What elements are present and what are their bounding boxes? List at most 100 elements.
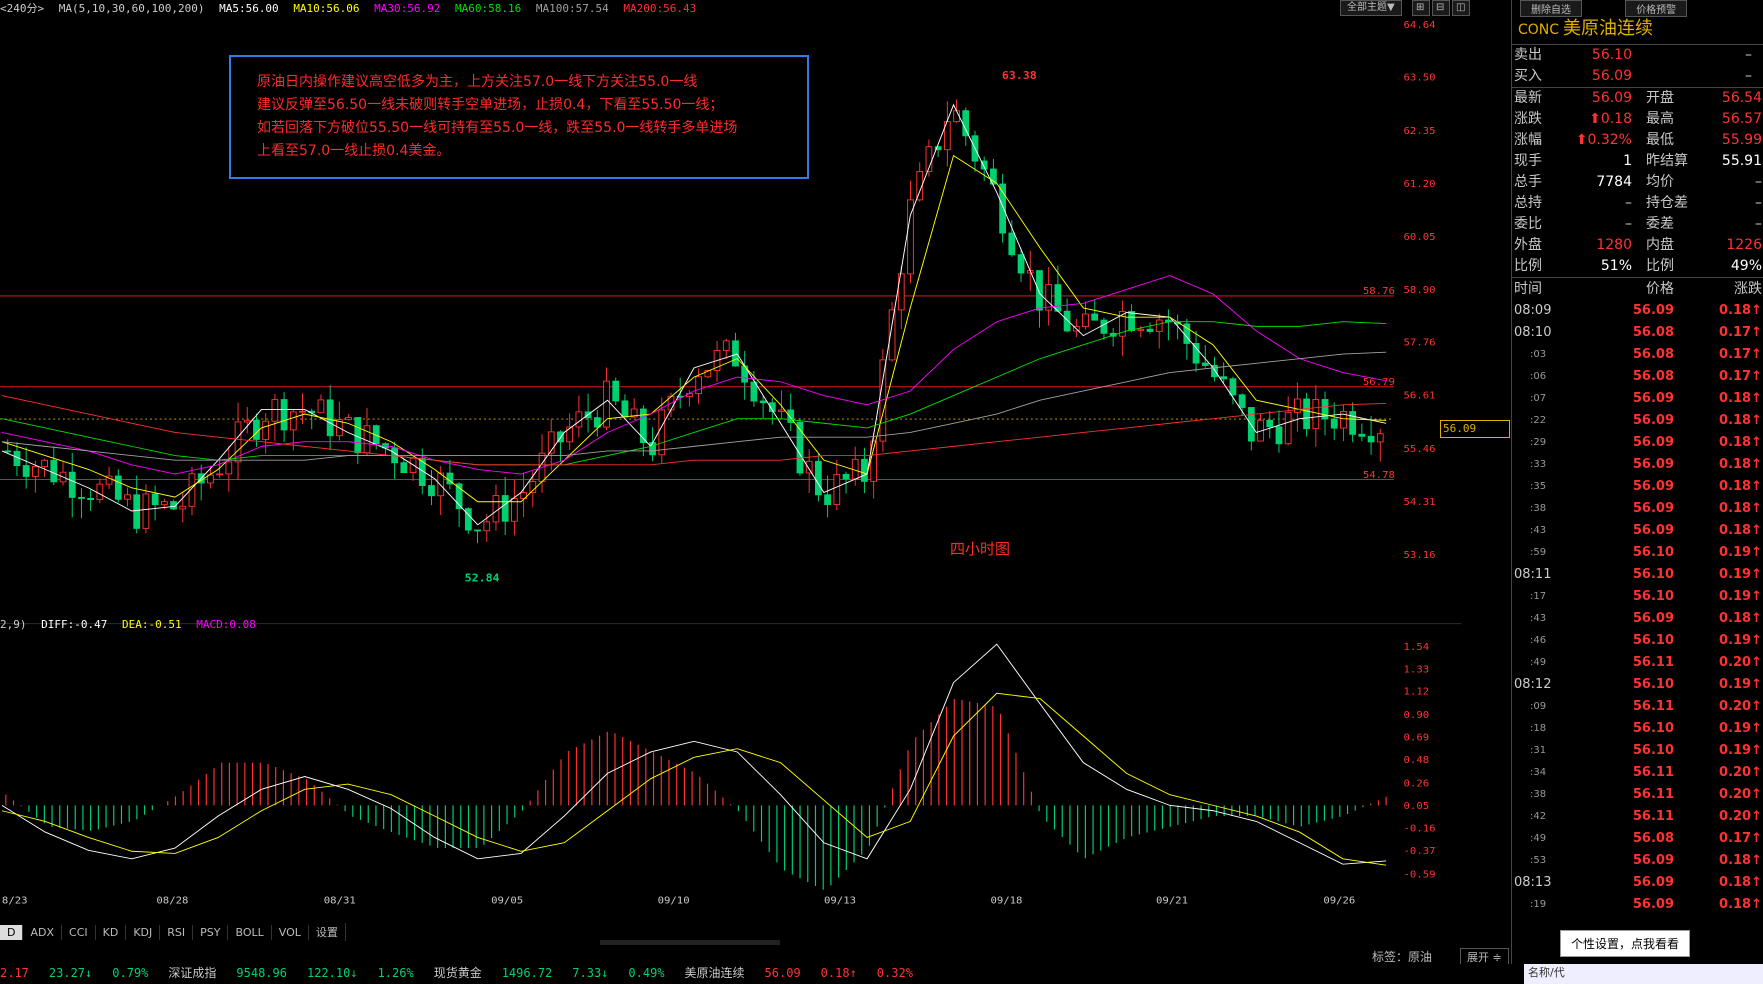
tick-row: 08:12 56.10 0.19↑ bbox=[1512, 674, 1763, 696]
tick-row: :31 56.10 0.19↑ bbox=[1512, 740, 1763, 762]
ticker-item: 2.17 bbox=[0, 966, 29, 980]
ime-toolbar[interactable]: 名称/代 bbox=[1524, 964, 1763, 984]
candle-body bbox=[686, 393, 693, 398]
tick-cell: 56.11 bbox=[1632, 787, 1674, 802]
theme-select-button[interactable]: 全部主题▼ bbox=[1340, 0, 1402, 16]
tick-cell: 0.18↑ bbox=[1719, 479, 1762, 494]
window-icon[interactable]: ◫ bbox=[1452, 0, 1470, 16]
tick-cell: 08:10 bbox=[1514, 325, 1552, 340]
quote-cell: 比例 bbox=[1646, 258, 1674, 274]
ma100-label: MA100:57.54 bbox=[535, 2, 609, 15]
ime-name-label: 名称/代 bbox=[1528, 966, 1565, 979]
tab-d[interactable]: D bbox=[0, 925, 24, 940]
candle-body bbox=[778, 409, 785, 412]
candle-body bbox=[464, 508, 472, 531]
tab-cci[interactable]: CCI bbox=[62, 925, 96, 940]
candle-body bbox=[262, 420, 270, 440]
tick-cell: 56.11 bbox=[1632, 699, 1674, 714]
candle-body bbox=[1294, 398, 1301, 413]
tick-header: 时间 价格 涨跌 bbox=[1512, 277, 1763, 300]
candle-body bbox=[1054, 284, 1062, 312]
tick-cell: 0.20↑ bbox=[1719, 809, 1762, 824]
tick-row: :49 56.08 0.17↑ bbox=[1512, 828, 1763, 850]
price-tick-label: 54.31 bbox=[1404, 496, 1436, 508]
ma5-label: MA5:56.00 bbox=[219, 2, 279, 15]
quote-cell: 比例 bbox=[1514, 258, 1542, 274]
tick-cell: 0.20↑ bbox=[1719, 787, 1762, 802]
tab-boll[interactable]: BOLL bbox=[228, 925, 272, 940]
quote-row: 涨幅 ⬆0.32% 最低 55.99 bbox=[1512, 130, 1763, 151]
instrument-code: CONC bbox=[1518, 22, 1560, 38]
tick-cell: :06 bbox=[1530, 371, 1547, 382]
tick-cell: 0.18↑ bbox=[1719, 303, 1762, 318]
zoom-out-icon[interactable]: ⊟ bbox=[1432, 0, 1450, 16]
candle-body bbox=[151, 493, 159, 506]
price-tick-label: 61.20 bbox=[1404, 178, 1436, 190]
price-tick-label: 53.16 bbox=[1404, 549, 1436, 561]
tick-cell: :17 bbox=[1530, 591, 1547, 602]
quote-cell: 总持 bbox=[1514, 195, 1542, 211]
note-line-4: 上看至57.0一线止损0.4美金。 bbox=[257, 143, 451, 159]
tab-settings[interactable]: 设置 bbox=[309, 923, 346, 941]
date-label: 08/31 bbox=[324, 895, 356, 907]
tick-cell: :42 bbox=[1530, 811, 1547, 822]
candle-body bbox=[1091, 313, 1099, 321]
date-label: 09/13 bbox=[824, 895, 856, 907]
settings-tooltip[interactable]: 个性设置，点我看看 bbox=[1560, 930, 1691, 957]
chart-scrollbar[interactable] bbox=[600, 940, 780, 945]
tick-cell: 56.09 bbox=[1632, 853, 1674, 868]
tab-vol[interactable]: VOL bbox=[272, 925, 309, 940]
tick-row: :33 56.09 0.18↑ bbox=[1512, 454, 1763, 476]
tick-cell: 56.10 bbox=[1632, 633, 1674, 648]
tab-rsi[interactable]: RSI bbox=[160, 925, 194, 940]
tag-label: 标签：原油 bbox=[1372, 950, 1433, 964]
candle-body bbox=[621, 400, 629, 418]
price-tick-label: 58.90 bbox=[1404, 284, 1436, 296]
quote-row: 总持 – 持仓差 – bbox=[1512, 193, 1763, 214]
ma-params: MA(5,10,30,60,100,200) bbox=[58, 2, 205, 15]
zoom-in-icon[interactable]: ⊞ bbox=[1412, 0, 1430, 16]
tab-adx[interactable]: ADX bbox=[23, 925, 63, 940]
quote-cell: 56.57 bbox=[1721, 111, 1762, 127]
tick-header-price: 价格 bbox=[1646, 281, 1674, 297]
current-price-tag: 56.09 bbox=[1440, 420, 1510, 438]
candle-body bbox=[962, 110, 970, 137]
tick-cell: 0.19↑ bbox=[1719, 677, 1762, 692]
macd-params: 2,9) bbox=[0, 618, 27, 631]
quote-cell: ⬆0.18 bbox=[1589, 111, 1632, 127]
quote-cell: 涨跌 bbox=[1514, 111, 1542, 127]
quote-row: 总手 7784 均价 – bbox=[1512, 172, 1763, 193]
tick-row: :07 56.09 0.18↑ bbox=[1512, 388, 1763, 410]
price-level-label: 58.76 bbox=[1363, 285, 1395, 297]
tick-cell: 56.09 bbox=[1632, 435, 1674, 450]
tab-kd[interactable]: KD bbox=[96, 925, 127, 940]
candle-body bbox=[575, 411, 583, 428]
tick-cell: 0.18↑ bbox=[1719, 853, 1762, 868]
tick-list[interactable]: 08:09 56.09 0.18↑ 08:10 56.08 0.17↑:03 56.08 0.… bbox=[1512, 300, 1763, 916]
tab-kdj[interactable]: KDJ bbox=[126, 925, 161, 940]
candle-body bbox=[1137, 328, 1145, 331]
ma200-label: MA200:56.43 bbox=[623, 2, 697, 15]
candle-body bbox=[1008, 232, 1016, 256]
tick-cell: 0.20↑ bbox=[1719, 699, 1762, 714]
macd-label: MACD:0.08 bbox=[196, 618, 256, 631]
candle-body bbox=[833, 473, 841, 505]
tick-cell: 08:11 bbox=[1514, 567, 1552, 582]
date-axis: 8/23 08/28 08/31 09/05 09/10 09/13 09/18 09/21 0… bbox=[2, 895, 1355, 907]
quote-cell: – bbox=[1755, 174, 1762, 190]
quote-cell: 51% bbox=[1600, 258, 1632, 274]
ticker-item: 深证成指 bbox=[168, 966, 217, 980]
tick-row: :59 56.10 0.19↑ bbox=[1512, 542, 1763, 564]
date-label: 09/10 bbox=[658, 895, 690, 907]
tick-cell: :19 bbox=[1530, 899, 1547, 910]
quote-cell: 1280 bbox=[1596, 237, 1632, 253]
tick-cell: :07 bbox=[1530, 393, 1547, 404]
candle-body bbox=[1238, 394, 1246, 408]
candle-body bbox=[1266, 419, 1274, 428]
quote-panel: 删除自选 价格预警 CONC 美原油连续 卖出 56.10 – 买入 56.09 – 最新 5… bbox=[1511, 0, 1763, 964]
tick-cell: 56.10 bbox=[1632, 721, 1674, 736]
candle-body bbox=[1349, 411, 1357, 435]
tab-psy[interactable]: PSY bbox=[193, 925, 229, 940]
candle-body bbox=[814, 460, 822, 496]
quote-cell: 总手 bbox=[1514, 174, 1542, 190]
